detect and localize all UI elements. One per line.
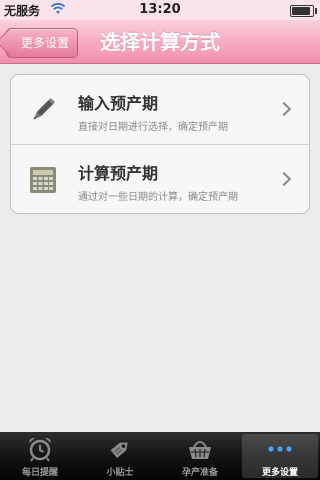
back-button[interactable]: 更多设置 <box>6 28 79 58</box>
option-subtitle: 通过对一些日期的计算，确定预产期 <box>78 192 238 203</box>
option-title: 计算预产期 <box>78 164 159 183</box>
tab-pregnancy-prep[interactable]: 孕产准备 <box>162 434 238 478</box>
option-group: 输入预产期 直接对日期进行选择，确定预产期 计算预产期 通过对一些日期的计算，确… <box>10 74 310 214</box>
alarm-clock-icon <box>28 437 52 462</box>
content-area: 输入预产期 直接对日期进行选择，确定预产期 计算预产期 通过对一些日期的计算，确… <box>0 64 320 432</box>
more-dots-icon <box>268 446 292 452</box>
battery-icon <box>290 5 317 17</box>
page-title: 选择计算方式 <box>100 30 220 54</box>
tab-tips[interactable]: 小贴士 <box>82 434 158 478</box>
option-title: 输入预产期 <box>78 94 159 113</box>
tab-label: 更多设置 <box>261 468 298 478</box>
pencil-icon <box>33 97 56 120</box>
option-calculate-due-date[interactable]: 计算预产期 通过对一些日期的计算，确定预产期 <box>11 145 309 213</box>
status-time: 13:20 <box>139 2 181 17</box>
tab-label: 孕产准备 <box>181 468 218 478</box>
chevron-right-icon <box>276 171 292 187</box>
basket-icon <box>189 441 211 459</box>
option-enter-due-date[interactable]: 输入预产期 直接对日期进行选择，确定预产期 <box>11 75 309 145</box>
option-subtitle: 直接对日期进行选择，确定预产期 <box>78 122 228 133</box>
tag-icon <box>110 442 128 458</box>
calculator-icon <box>30 167 56 193</box>
tab-daily-reminder[interactable]: 每日提醒 <box>2 434 78 478</box>
tab-bar: 每日提醒 小贴士 孕产准备 更多设置 <box>0 432 320 480</box>
tab-label: 小贴士 <box>106 468 134 478</box>
tab-label: 每日提醒 <box>21 468 58 478</box>
status-bar: 无服务 13:20 <box>0 0 320 20</box>
battery-level <box>292 7 310 15</box>
back-button-label: 更多设置 <box>21 36 70 50</box>
chevron-right-icon <box>276 101 292 117</box>
navigation-bar: 更多设置 选择计算方式 <box>0 20 320 64</box>
tab-more-settings[interactable]: 更多设置 <box>242 434 318 478</box>
